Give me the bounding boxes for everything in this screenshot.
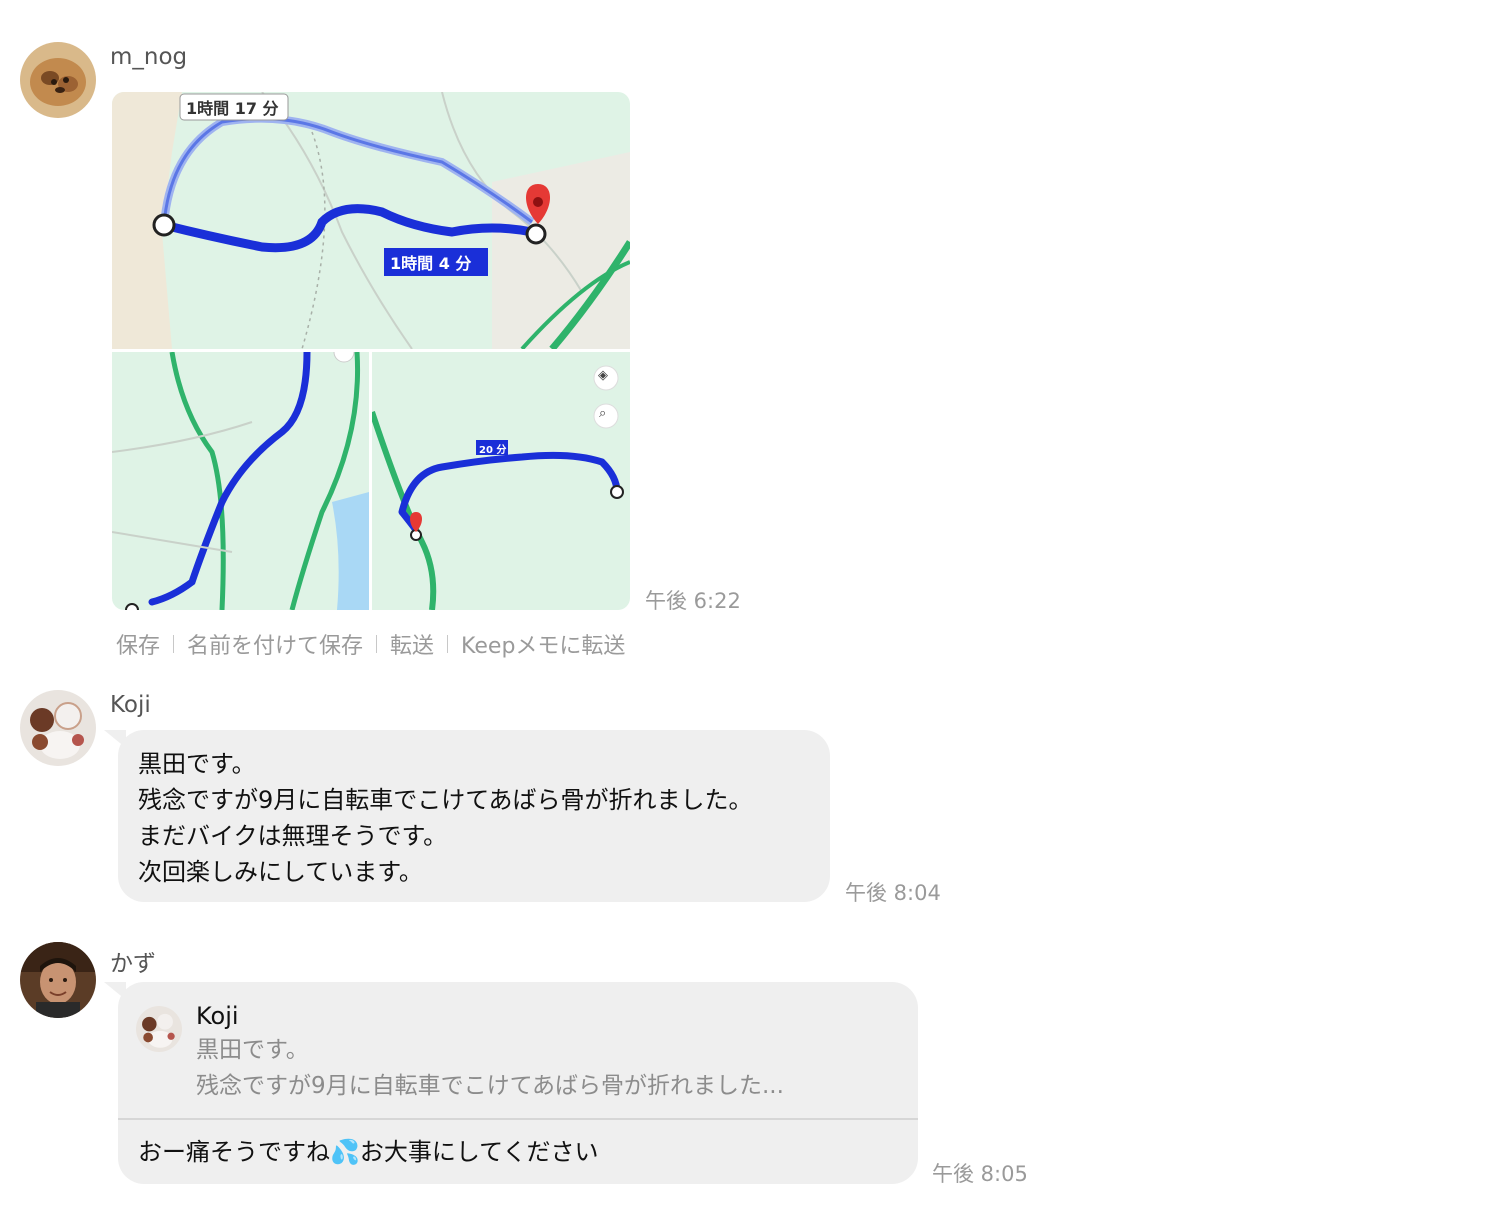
quoted-avatar [136, 1006, 182, 1052]
reply-message-bubble[interactable]: Koji 黒田です。 残念ですが9月に自転車でこけてあばら骨が折れました... … [118, 982, 918, 1184]
quoted-message[interactable]: Koji 黒田です。 残念ですが9月に自転車でこけてあばら骨が折れました... [118, 982, 918, 1118]
message-time: 午後 8:04 [845, 881, 941, 905]
route-time-gray-badge: 1時間 17 分 [186, 99, 279, 118]
quote-divider [118, 1118, 918, 1120]
layers-icon[interactable]: ◈ [598, 368, 608, 383]
route-time-small-badge: 20 分 [479, 445, 507, 456]
message-line: 次回楽しみにしています。 [138, 858, 423, 886]
avatar-koji[interactable] [20, 690, 96, 766]
message-time: 午後 6:22 [645, 589, 741, 613]
reply-text-part: おー痛そうですね [138, 1138, 330, 1166]
reply-text: おー痛そうですね💦お大事にしてください [138, 1134, 598, 1170]
route-map-overview[interactable]: 1時間 17 分 1時間 4 分 [112, 92, 630, 349]
forward-button[interactable]: 転送 [390, 628, 434, 660]
avatar-kazu[interactable] [20, 942, 96, 1018]
route-map-image-grid[interactable]: 1時間 17 分 1時間 4 分 ◈ ⌕ 20 分 [112, 92, 630, 610]
separator [173, 635, 175, 653]
save-button[interactable]: 保存 [116, 628, 160, 660]
quoted-text-line: 黒田です。 [196, 1037, 309, 1063]
image-actions-bar: 保存 名前を付けて保存 転送 Keepメモに転送 [116, 628, 625, 660]
save-as-button[interactable]: 名前を付けて保存 [187, 628, 363, 660]
quoted-sender-name: Koji [196, 1002, 239, 1030]
avatar-m-nog[interactable] [20, 42, 96, 118]
message-time: 午後 8:05 [932, 1162, 1028, 1186]
quoted-text-line: 残念ですが9月に自転車でこけてあばら骨が折れました... [196, 1073, 784, 1099]
sender-name: m_nog [110, 44, 188, 70]
message-line: 黒田です。 [138, 750, 256, 778]
message-line: まだバイクは無理そうです。 [138, 822, 448, 850]
sender-name: かず [110, 951, 156, 977]
separator [447, 635, 449, 653]
reply-text-part: お大事にしてください [359, 1138, 599, 1166]
route-map-detail-left[interactable] [112, 352, 369, 610]
zoom-icon[interactable]: ⌕ [599, 406, 606, 421]
sender-name: Koji [110, 692, 151, 718]
separator [376, 635, 378, 653]
sweat-droplets-icon: 💦 [330, 1138, 360, 1166]
message-text: 黒田です。 残念ですが9月に自転車でこけてあばら骨が折れました。 まだバイクは無… [138, 746, 753, 890]
route-time-blue-badge: 1時間 4 分 [390, 254, 472, 273]
message-bubble[interactable]: 黒田です。 残念ですが9月に自転車でこけてあばら骨が折れました。 まだバイクは無… [118, 730, 830, 902]
route-map-detail-right[interactable]: ◈ ⌕ 20 分 [372, 352, 630, 610]
forward-to-keep-button[interactable]: Keepメモに転送 [461, 628, 625, 660]
message-line: 残念ですが9月に自転車でこけてあばら骨が折れました。 [138, 786, 753, 814]
